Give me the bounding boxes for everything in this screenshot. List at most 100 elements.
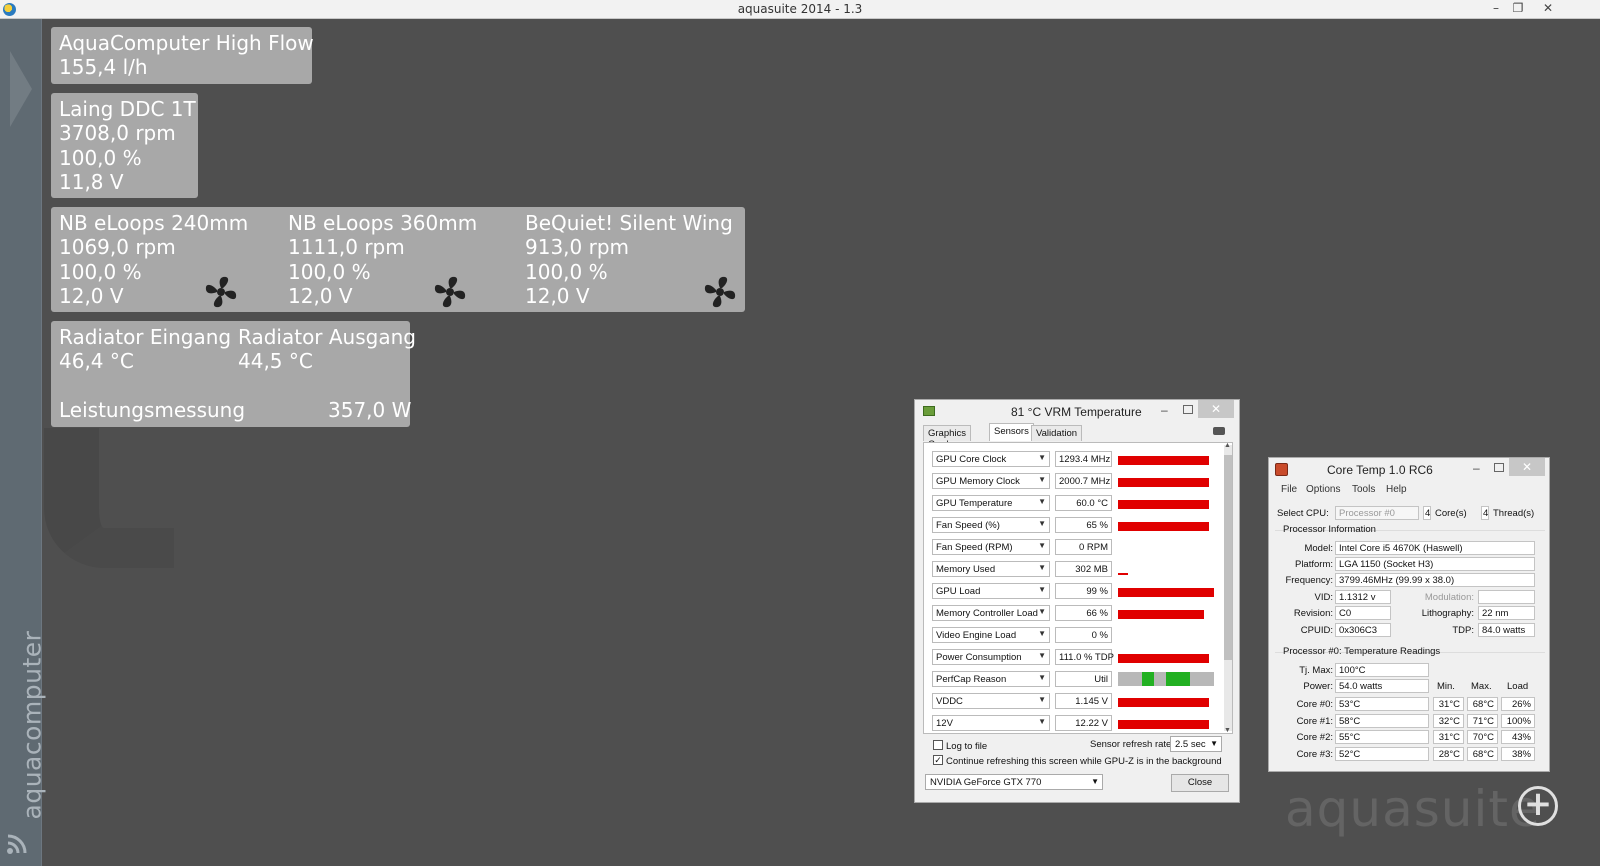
pump-voltage: 11,8 V bbox=[59, 170, 124, 194]
sensor-graph bbox=[1118, 473, 1214, 489]
gpuz-minimize-button[interactable]: – bbox=[1161, 403, 1168, 417]
sensor-bar bbox=[1118, 720, 1209, 729]
menu-file[interactable]: File bbox=[1281, 484, 1297, 495]
pump-rpm: 3708,0 rpm bbox=[59, 121, 176, 145]
sensor-name-select[interactable]: GPU Core Clock ▼ bbox=[932, 451, 1050, 467]
sensor-scrollbar[interactable]: ▲ ▼ bbox=[1224, 442, 1232, 734]
menu-options[interactable]: Options bbox=[1306, 484, 1340, 495]
sensor-name: GPU Core Clock bbox=[936, 454, 1007, 465]
flow-sensor-name: AquaComputer High Flow bbox=[59, 31, 314, 55]
title-bar: aquasuite 2014 - 1.3 – ❐ ✕ bbox=[0, 0, 1600, 19]
gpuz-window[interactable]: 81 °C VRM Temperature – ✕ Graphics Card … bbox=[914, 399, 1240, 803]
scroll-down-icon[interactable]: ▼ bbox=[1224, 727, 1231, 734]
processor-info-title: Processor Information bbox=[1283, 524, 1376, 535]
coretemp-close-button[interactable]: ✕ bbox=[1509, 458, 1545, 476]
refresh-rate-select[interactable]: 2.5 sec ▼ bbox=[1170, 736, 1222, 752]
core-load: 43% bbox=[1501, 730, 1535, 744]
core-min: 28°C bbox=[1433, 746, 1464, 761]
sensor-name-select[interactable]: 12V ▼ bbox=[932, 715, 1050, 731]
scrollbar-thumb[interactable] bbox=[1224, 455, 1232, 660]
brand-text: aquacomputer bbox=[17, 630, 47, 820]
sensor-name-select[interactable]: Memory Controller Load ▼ bbox=[932, 605, 1050, 621]
sensor-name-select[interactable]: GPU Temperature ▼ bbox=[932, 495, 1050, 511]
sensor-value: 99 % bbox=[1055, 583, 1112, 599]
gpuz-title: 81 °C VRM Temperature bbox=[1011, 405, 1142, 419]
sensor-name-select[interactable]: Video Engine Load ▼ bbox=[932, 627, 1050, 643]
add-panel-button[interactable]: + bbox=[1518, 786, 1558, 826]
perfcap-segment bbox=[1202, 672, 1214, 686]
scroll-up-icon[interactable]: ▲ bbox=[1224, 442, 1231, 449]
refresh-rate-value: 2.5 sec bbox=[1175, 739, 1206, 750]
coretemp-title-bar[interactable]: Core Temp 1.0 RC6 – ✕ bbox=[1269, 458, 1549, 482]
sensor-graph bbox=[1118, 693, 1214, 709]
cpu-select[interactable]: Processor #0 bbox=[1335, 506, 1419, 520]
platform-label: Platform: bbox=[1294, 559, 1333, 570]
gpuz-title-bar[interactable]: 81 °C VRM Temperature – ✕ bbox=[915, 400, 1239, 424]
frequency-value: 3799.46MHz (99.99 x 38.0) bbox=[1335, 573, 1535, 587]
sidebar-brand: aquacomputer bbox=[8, 631, 47, 820]
log-to-file-checkbox[interactable] bbox=[933, 740, 943, 750]
fan-rpm: 1111,0 rpm bbox=[288, 235, 405, 259]
sensor-name-select[interactable]: GPU Memory Clock ▼ bbox=[932, 473, 1050, 489]
sensor-graph bbox=[1118, 561, 1214, 577]
gpu-select[interactable]: NVIDIA GeForce GTX 770 ▼ bbox=[925, 774, 1103, 790]
gpuz-maximize-button[interactable] bbox=[1183, 405, 1193, 414]
core-max: 68°C bbox=[1467, 697, 1498, 711]
core-label: Core #0: bbox=[1296, 699, 1333, 710]
fan-rpm: 913,0 rpm bbox=[525, 235, 630, 259]
aquasuite-watermark: aquasuite bbox=[1285, 780, 1541, 838]
model-label: Model: bbox=[1304, 543, 1333, 554]
sensor-value: 111.0 % TDP bbox=[1055, 649, 1114, 665]
tjmax-value: 100°C bbox=[1335, 663, 1429, 677]
flow-sensor-panel[interactable]: AquaComputer High Flow 155,4 l/h bbox=[51, 27, 314, 84]
coretemp-maximize-button[interactable] bbox=[1494, 463, 1504, 472]
sensor-name-select[interactable]: Fan Speed (RPM) ▼ bbox=[932, 539, 1050, 555]
coretemp-window[interactable]: Core Temp 1.0 RC6 – ✕ File Options Tools… bbox=[1268, 457, 1550, 772]
modulation-value bbox=[1478, 590, 1535, 604]
chevron-down-icon: ▼ bbox=[1038, 475, 1046, 484]
close-button[interactable]: Close bbox=[1171, 774, 1229, 792]
close-button[interactable]: ✕ bbox=[1537, 0, 1559, 18]
fan-name: NB eLoops 360mm bbox=[288, 211, 478, 235]
sensor-name-select[interactable]: Power Consumption ▼ bbox=[932, 649, 1050, 665]
fan-name: BeQuiet! Silent Wing bbox=[525, 211, 733, 235]
core-temp: 53°C bbox=[1335, 697, 1429, 711]
fan-icon bbox=[205, 276, 237, 308]
perfcap-segment bbox=[1190, 672, 1202, 686]
vid-label: VID: bbox=[1314, 592, 1333, 603]
sensor-name-select[interactable]: GPU Load ▼ bbox=[932, 583, 1050, 599]
rss-icon[interactable] bbox=[6, 833, 28, 860]
screenshot-camera-icon[interactable] bbox=[1213, 427, 1225, 435]
tjmax-label: Tj. Max: bbox=[1299, 665, 1333, 676]
sensor-value: 66 % bbox=[1055, 605, 1112, 621]
pump-name: Laing DDC 1T bbox=[59, 97, 196, 121]
sensor-graph bbox=[1118, 539, 1214, 555]
power-value: 54.0 watts bbox=[1335, 679, 1429, 693]
perfcap-segment bbox=[1178, 672, 1190, 686]
sensor-value: Util bbox=[1055, 671, 1112, 687]
sensor-name-select[interactable]: VDDC ▼ bbox=[932, 693, 1050, 709]
tab-graphics-card[interactable]: Graphics Card bbox=[923, 425, 972, 450]
gpuz-close-button[interactable]: ✕ bbox=[1198, 400, 1234, 418]
pump-percent: 100,0 % bbox=[59, 146, 142, 170]
coretemp-minimize-button[interactable]: – bbox=[1473, 461, 1480, 475]
tab-sensors[interactable]: Sensors bbox=[989, 423, 1034, 441]
cpuid-label: CPUID: bbox=[1300, 625, 1333, 636]
radiator-panel[interactable]: Radiator Eingang 46,4 °C Radiator Ausgan… bbox=[51, 321, 416, 427]
gpu-select-value: NVIDIA GeForce GTX 770 bbox=[930, 777, 1042, 788]
continue-refreshing-checkbox[interactable]: ✓ bbox=[933, 755, 943, 765]
pump-panel[interactable]: Laing DDC 1T 3708,0 rpm 100,0 % 11,8 V bbox=[51, 93, 198, 198]
tab-validation[interactable]: Validation bbox=[1031, 425, 1083, 441]
sensor-name-select[interactable]: Memory Used ▼ bbox=[932, 561, 1050, 577]
cpuid-value: 0x306C3 bbox=[1335, 623, 1391, 637]
restore-button[interactable]: ❐ bbox=[1507, 0, 1529, 18]
modulation-label: Modulation: bbox=[1424, 592, 1474, 603]
menu-tools[interactable]: Tools bbox=[1352, 484, 1375, 495]
menu-help[interactable]: Help bbox=[1386, 484, 1407, 495]
fans-panel[interactable]: NB eLoops 240mm 1069,0 rpm 100,0 % 12,0 … bbox=[51, 207, 745, 312]
minimize-button[interactable]: – bbox=[1485, 0, 1507, 18]
radiator-in-value: 46,4 °C bbox=[59, 349, 134, 373]
sensor-name-select[interactable]: Fan Speed (%) ▼ bbox=[932, 517, 1050, 533]
sensor-name-select[interactable]: PerfCap Reason ▼ bbox=[932, 671, 1050, 687]
expand-sidebar-arrow-icon[interactable] bbox=[10, 51, 32, 127]
